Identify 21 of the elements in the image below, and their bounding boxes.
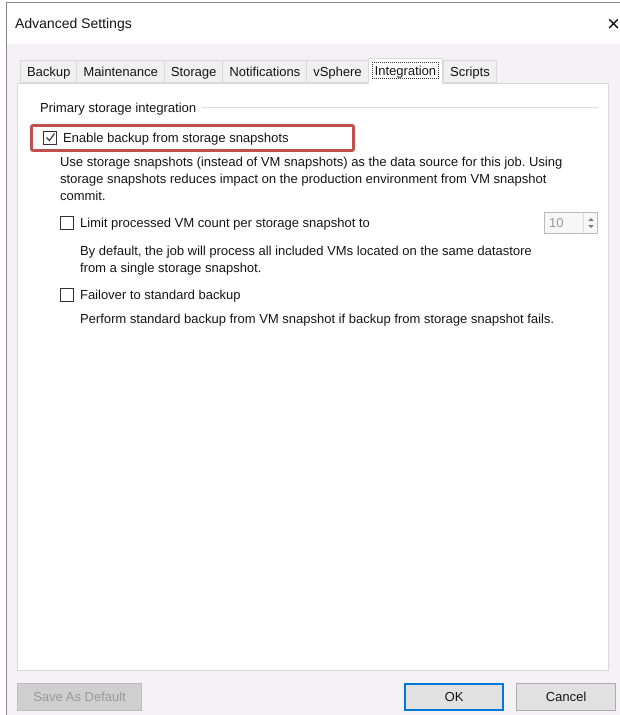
close-button[interactable]: × bbox=[605, 12, 620, 34]
window-title: Advanced Settings bbox=[15, 14, 132, 33]
checkbox[interactable] bbox=[60, 216, 74, 230]
tab[interactable]: Scripts bbox=[443, 60, 497, 83]
tab[interactable]: Backup bbox=[20, 60, 78, 83]
checkbox-label[interactable]: Limit processed VM count per storage snapshot to bbox=[80, 212, 370, 232]
cancel-button[interactable]: Cancel bbox=[516, 683, 616, 711]
checkbox[interactable] bbox=[43, 130, 57, 144]
checkbox[interactable] bbox=[60, 288, 74, 302]
checkbox-label[interactable]: Enable backup from storage snapshots bbox=[63, 128, 288, 148]
option-description: Use storage snapshots (instead of VM snapshots) as the data source for this job. Using storage snapshots reduces impact on the production environment from VM snapshot commit. bbox=[60, 152, 564, 204]
ok-button[interactable]: OK bbox=[404, 683, 504, 711]
tab[interactable]: Notifications bbox=[222, 60, 308, 83]
tab[interactable]: Storage bbox=[164, 60, 224, 83]
tab[interactable]: Maintenance bbox=[76, 60, 165, 83]
option-description: By default, the job will process all included VMs located on the same datastore from a single storage snapshot. bbox=[80, 242, 533, 276]
tab[interactable]: vSphere bbox=[306, 60, 369, 83]
group-title: Primary storage integration bbox=[40, 99, 196, 117]
option-description: Perform standard backup from VM snapshot if backup from storage snapshot fails. bbox=[80, 310, 556, 326]
checkbox-label[interactable]: Failover to standard backup bbox=[80, 284, 240, 304]
tab[interactable]: Integration bbox=[368, 58, 444, 84]
